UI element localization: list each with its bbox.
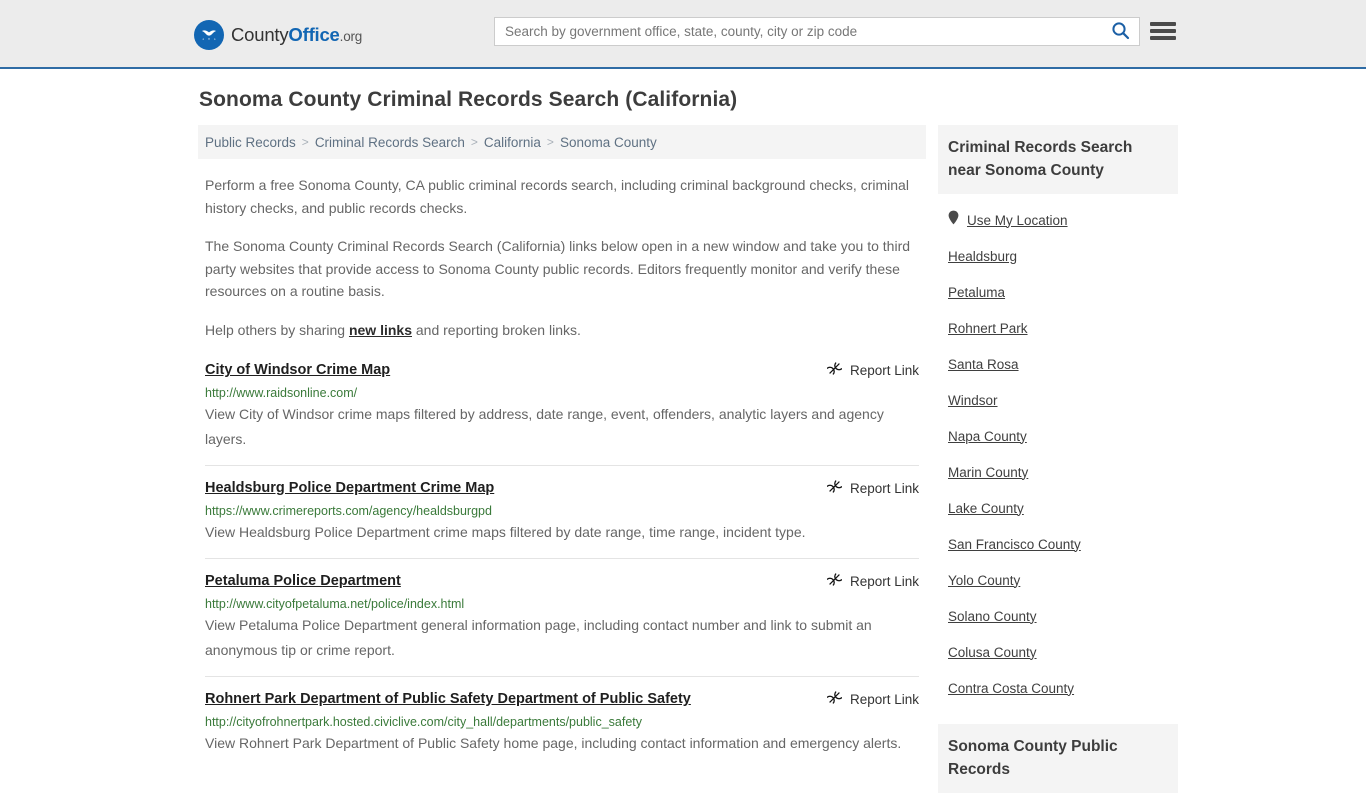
- logo-text-office: Office: [288, 23, 340, 45]
- listing-url[interactable]: http://www.cityofpetaluma.net/police/ind…: [205, 596, 919, 612]
- listing-item: Rohnert Park Department of Public Safety…: [205, 676, 919, 769]
- report-link-label: Report Link: [849, 480, 919, 496]
- intro-paragraph-1: Perform a free Sonoma County, CA public …: [205, 177, 909, 216]
- breadcrumb-item-california[interactable]: California: [484, 135, 541, 150]
- menu-bar-2: [1150, 29, 1176, 33]
- sidebar-links: Use My Location Healdsburg Petaluma Rohn…: [938, 194, 1178, 706]
- listing-results: City of Windsor Crime Map Report Link ht…: [198, 357, 926, 769]
- broken-link-icon: [826, 690, 843, 708]
- listing-url[interactable]: http://www.raidsonline.com/: [205, 385, 919, 401]
- sidebar-link-label[interactable]: Contra Costa County: [948, 681, 1074, 696]
- broken-link-icon: [826, 361, 843, 379]
- listing-title-link[interactable]: Rohnert Park Department of Public Safety…: [205, 689, 691, 709]
- breadcrumb-item-criminal-records-search[interactable]: Criminal Records Search: [315, 135, 465, 150]
- sidebar-link-label[interactable]: Petaluma: [948, 285, 1005, 300]
- listing-title-link[interactable]: City of Windsor Crime Map: [205, 360, 390, 380]
- page-title: Sonoma County Criminal Records Search (C…: [199, 88, 738, 111]
- report-link-label: Report Link: [849, 573, 919, 589]
- menu-bar-3: [1150, 36, 1176, 40]
- report-link-button[interactable]: Report Link: [826, 571, 919, 590]
- sidebar-item-windsor[interactable]: Windsor: [948, 382, 1168, 418]
- listing-description: View Healdsburg Police Department crime …: [205, 524, 806, 540]
- sidebar-link-label[interactable]: Rohnert Park: [948, 321, 1028, 336]
- sidebar-item-napa-county[interactable]: Napa County: [948, 418, 1168, 454]
- broken-link-icon: [826, 479, 843, 497]
- sidebar-item-petaluma[interactable]: Petaluma: [948, 274, 1168, 310]
- sidebar: Criminal Records Search near Sonoma Coun…: [938, 125, 1178, 793]
- sidebar-link-label[interactable]: Windsor: [948, 393, 998, 408]
- report-link-button[interactable]: Report Link: [826, 360, 919, 379]
- broken-link-icon: [826, 572, 843, 590]
- main-content: Public Records > Criminal Records Search…: [198, 125, 926, 793]
- map-pin-icon: [948, 210, 959, 230]
- listing-url[interactable]: https://www.crimereports.com/agency/heal…: [205, 503, 919, 519]
- sidebar-link-label[interactable]: Use My Location: [967, 213, 1068, 228]
- report-link-label: Report Link: [849, 362, 919, 378]
- intro-paragraph-3: Help others by sharing new links and rep…: [205, 319, 919, 342]
- listing-title-link[interactable]: Healdsburg Police Department Crime Map: [205, 478, 494, 498]
- report-link-button[interactable]: Report Link: [826, 689, 919, 708]
- listing-header: City of Windsor Crime Map Report Link: [205, 360, 919, 380]
- listing-description: View City of Windsor crime maps filtered…: [205, 406, 884, 447]
- breadcrumb-item-public-records[interactable]: Public Records: [205, 135, 296, 150]
- site-header: CountyOffice.org: [0, 0, 1366, 69]
- search-bar: [494, 17, 1140, 46]
- breadcrumb: Public Records > Criminal Records Search…: [198, 125, 926, 159]
- logo-text-county: County: [231, 23, 289, 45]
- sidebar-heading-public-records: Sonoma County Public Records: [938, 724, 1178, 793]
- sidebar-link-label[interactable]: San Francisco County: [948, 537, 1081, 552]
- intro-section: Perform a free Sonoma County, CA public …: [198, 174, 926, 341]
- listing-item: Healdsburg Police Department Crime Map R…: [205, 465, 919, 558]
- sidebar-link-label[interactable]: Colusa County: [948, 645, 1037, 660]
- breadcrumb-item-sonoma-county: Sonoma County: [559, 134, 657, 150]
- search-icon: [1111, 21, 1130, 43]
- listing-header: Rohnert Park Department of Public Safety…: [205, 689, 919, 709]
- sidebar-link-label[interactable]: Marin County: [948, 465, 1028, 480]
- listing-header: Petaluma Police Department Report Link: [205, 571, 919, 591]
- report-link-label: Report Link: [849, 691, 919, 707]
- intro-paragraph-3-suffix: and reporting broken links.: [412, 321, 581, 338]
- sidebar-link-label[interactable]: Yolo County: [948, 573, 1020, 588]
- sidebar-link-label[interactable]: Healdsburg: [948, 249, 1017, 264]
- sidebar-item-colusa-county[interactable]: Colusa County: [948, 634, 1168, 670]
- sidebar-item-lake-county[interactable]: Lake County: [948, 490, 1168, 526]
- sidebar-heading-nearby: Criminal Records Search near Sonoma Coun…: [938, 125, 1178, 194]
- report-link-button[interactable]: Report Link: [826, 478, 919, 497]
- sidebar-item-yolo-county[interactable]: Yolo County: [948, 562, 1168, 598]
- eagle-stars-seal-icon: [194, 20, 224, 50]
- site-logo[interactable]: CountyOffice.org: [194, 20, 362, 50]
- sidebar-item-rohnert-park[interactable]: Rohnert Park: [948, 310, 1168, 346]
- listing-item: Petaluma Police Department Report Link h…: [205, 558, 919, 676]
- sidebar-item-san-francisco-county[interactable]: San Francisco County: [948, 526, 1168, 562]
- listing-title-link[interactable]: Petaluma Police Department: [205, 571, 401, 591]
- sidebar-item-use-my-location[interactable]: Use My Location: [948, 202, 1168, 238]
- content-row: Public Records > Criminal Records Search…: [0, 125, 1366, 793]
- search-button[interactable]: [1101, 18, 1139, 45]
- search-input[interactable]: [495, 18, 1101, 45]
- breadcrumb-separator: >: [301, 135, 309, 149]
- listing-description: View Rohnert Park Department of Public S…: [205, 735, 902, 751]
- hamburger-menu-icon[interactable]: [1150, 20, 1176, 42]
- sidebar-item-healdsburg[interactable]: Healdsburg: [948, 238, 1168, 274]
- menu-bar-1: [1150, 22, 1176, 26]
- listing-url[interactable]: http://cityofrohnertpark.hosted.civicliv…: [205, 714, 919, 730]
- site-logo-text: CountyOffice.org: [231, 23, 363, 45]
- sidebar-item-santa-rosa[interactable]: Santa Rosa: [948, 346, 1168, 382]
- new-links-link[interactable]: new links: [349, 322, 412, 338]
- sidebar-item-solano-county[interactable]: Solano County: [948, 598, 1168, 634]
- listing-header: Healdsburg Police Department Crime Map R…: [205, 478, 919, 498]
- intro-paragraph-2: The Sonoma County Criminal Records Searc…: [205, 238, 911, 299]
- sidebar-link-label[interactable]: Solano County: [948, 609, 1037, 624]
- sidebar-item-marin-county[interactable]: Marin County: [948, 454, 1168, 490]
- logo-text-org: .org: [339, 28, 363, 44]
- breadcrumb-separator: >: [470, 135, 478, 149]
- sidebar-item-contra-costa-county[interactable]: Contra Costa County: [948, 670, 1168, 706]
- listing-item: City of Windsor Crime Map Report Link ht…: [205, 357, 919, 465]
- sidebar-link-label[interactable]: Lake County: [948, 501, 1024, 516]
- sidebar-link-label[interactable]: Santa Rosa: [948, 357, 1019, 372]
- intro-paragraph-3-prefix: Help others by sharing: [205, 321, 349, 338]
- listing-description: View Petaluma Police Department general …: [205, 617, 872, 658]
- breadcrumb-separator: >: [546, 135, 554, 149]
- sidebar-link-label[interactable]: Napa County: [948, 429, 1027, 444]
